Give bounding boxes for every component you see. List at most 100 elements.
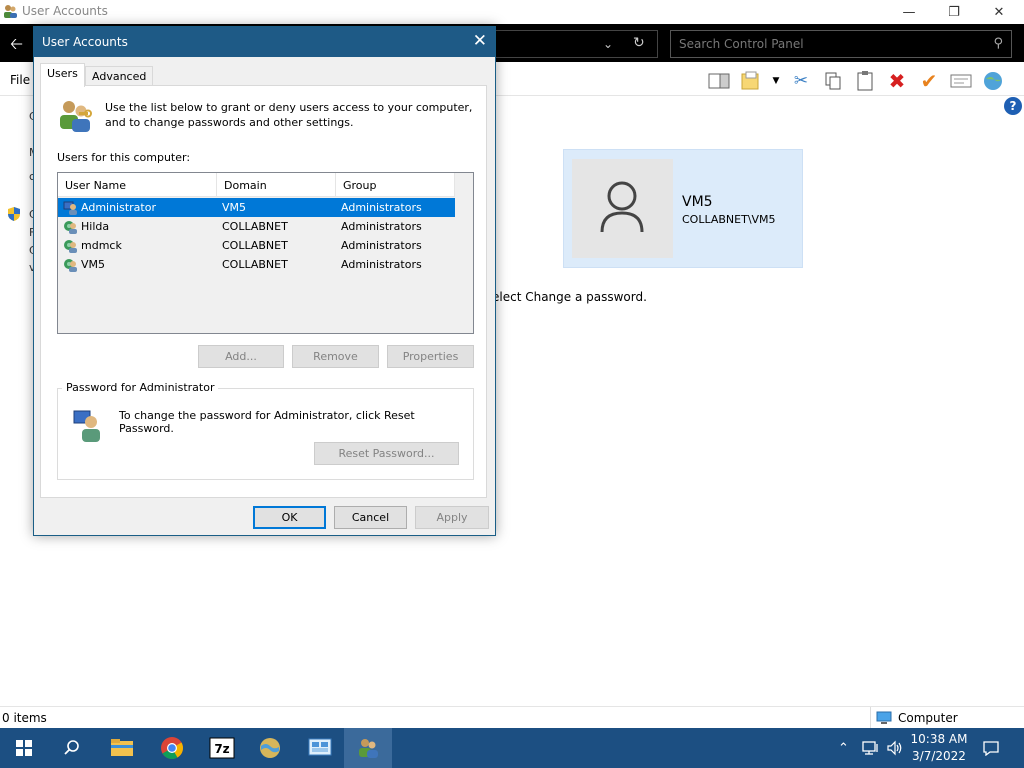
status-location: Computer	[876, 711, 958, 725]
user-accounts-icon	[359, 739, 378, 758]
column-header-group[interactable]: Group	[336, 173, 455, 197]
refresh-icon[interactable]: ↻	[633, 35, 645, 51]
users-list[interactable]: User Name Domain Group Administrator VM5…	[57, 172, 474, 334]
delete-icon[interactable]: ✖	[884, 68, 910, 94]
paste-icon[interactable]	[852, 68, 878, 94]
user-accounts-dialog: User Accounts ✕ Users Advanced Use the l…	[33, 26, 496, 536]
properties-icon[interactable]	[948, 68, 974, 94]
chrome-button[interactable]	[148, 728, 196, 768]
remove-user-button[interactable]: Remove	[292, 345, 379, 368]
user-name-cell: Hilda	[58, 217, 217, 236]
checkmark-icon[interactable]: ✔	[916, 68, 942, 94]
globe-icon[interactable]	[980, 68, 1006, 94]
search-input[interactable]: Search Control Panel ⚲	[670, 30, 1012, 58]
close-window-button[interactable]: ✕	[976, 0, 1022, 24]
minimize-button[interactable]: —	[886, 0, 932, 24]
network-icon[interactable]	[862, 728, 880, 768]
file-explorer-button[interactable]	[98, 728, 146, 768]
ok-button[interactable]: OK	[253, 506, 326, 529]
current-user-card: VM5 COLLABNET\VM5	[563, 149, 803, 268]
user-name: Hilda	[81, 220, 110, 233]
background-title-bar: User Accounts — ❐ ✕	[0, 0, 1024, 24]
user-password-icon	[73, 410, 100, 442]
reset-password-button[interactable]: Reset Password...	[314, 442, 459, 465]
dialog-title: User Accounts	[42, 35, 128, 49]
user-name: Administrator	[81, 201, 156, 214]
table-row[interactable]: Administrator VM5 Administrators	[58, 198, 455, 217]
new-folder-icon[interactable]	[738, 68, 764, 94]
remote-desktop-button[interactable]	[296, 728, 344, 768]
user-name-cell: Administrator	[58, 198, 217, 217]
user-accounts-icon	[4, 5, 17, 18]
user-group: Administrators	[341, 201, 422, 214]
control-panel-button[interactable]	[246, 728, 294, 768]
cancel-button[interactable]: Cancel	[334, 506, 407, 529]
folder-icon	[111, 739, 133, 756]
dialog-close-icon[interactable]: ✕	[473, 31, 487, 51]
cut-icon[interactable]: ✂	[788, 68, 814, 94]
table-row[interactable]: VM5 COLLABNET Administrators	[58, 255, 455, 274]
instruction-text: elect Change a password.	[492, 290, 647, 304]
user-group: Administrators	[341, 258, 422, 271]
user-domain: COLLABNET	[222, 239, 288, 252]
user-group: Administrators	[341, 239, 422, 252]
password-instructions: To change the password for Administrator…	[119, 409, 415, 435]
chevron-down-icon[interactable]: ⌄	[603, 37, 613, 51]
search-icon[interactable]: ⚲	[993, 36, 1003, 51]
help-icon[interactable]: ?	[1004, 97, 1022, 115]
background-window-title: User Accounts	[22, 4, 108, 18]
user-accounts-taskbar-button[interactable]	[344, 728, 392, 768]
remote-desktop-icon	[308, 738, 332, 756]
preview-pane-icon[interactable]	[706, 68, 732, 94]
password-groupbox: Password for Administrator To change the…	[57, 381, 474, 480]
maximize-button[interactable]: ❐	[931, 0, 977, 24]
table-row[interactable]: mdmck COLLABNET Administrators	[58, 236, 455, 255]
intro-text: Use the list below to grant or deny user…	[105, 101, 473, 129]
globe-icon	[260, 738, 280, 758]
add-user-button[interactable]: Add...	[198, 345, 284, 368]
start-button[interactable]	[0, 728, 48, 768]
action-center-icon[interactable]	[982, 728, 1000, 768]
user-silhouette-icon	[600, 181, 644, 233]
table-row[interactable]: Hilda COLLABNET Administrators	[58, 217, 455, 236]
search-placeholder: Search Control Panel	[679, 37, 804, 51]
7zip-button[interactable]: 7z	[198, 728, 246, 768]
back-arrow-icon[interactable]: 🡠	[10, 33, 23, 60]
dropdown-chevron-icon[interactable]: ▼	[770, 68, 782, 94]
show-hidden-icons[interactable]: ⌃	[838, 728, 849, 768]
tab-users[interactable]: Users	[40, 63, 85, 87]
search-taskbar-button[interactable]	[48, 728, 96, 768]
user-domain: VM5	[222, 201, 247, 214]
apply-button[interactable]: Apply	[415, 506, 489, 529]
user-avatar	[572, 159, 673, 258]
user-domain: COLLABNET	[222, 220, 288, 233]
copy-icon[interactable]	[820, 68, 846, 94]
status-bar: 0 items Computer	[0, 706, 1024, 729]
user-name-cell: VM5	[58, 255, 217, 274]
user-name-cell: mdmck	[58, 236, 217, 255]
domain-user-icon	[64, 221, 77, 234]
user-group: Administrators	[341, 220, 422, 233]
menu-file[interactable]: File	[10, 73, 30, 87]
column-header-user-name[interactable]: User Name	[58, 173, 217, 197]
dialog-title-bar[interactable]: User Accounts ✕	[34, 27, 495, 57]
volume-icon[interactable]	[886, 728, 904, 768]
column-header-domain[interactable]: Domain	[217, 173, 336, 197]
status-separator	[870, 707, 871, 729]
system-clock[interactable]: 10:38 AM 3/7/2022	[908, 731, 970, 765]
domain-user-icon	[64, 240, 77, 253]
status-location-label: Computer	[898, 711, 958, 725]
password-group-title: Password for Administrator	[62, 381, 219, 394]
domain-user-icon	[64, 259, 77, 272]
properties-button[interactable]: Properties	[387, 345, 474, 368]
taskbar: 7z ⌃ 10:38 AM 3/7/2022	[0, 728, 1024, 768]
users-group-icon	[60, 101, 92, 132]
uac-shield-icon	[8, 207, 20, 221]
chevron-up-icon: ⌃	[838, 740, 849, 756]
user-name: mdmck	[81, 239, 122, 252]
search-icon	[64, 740, 79, 755]
toolbar: ▼ ✂ ✖ ✔	[706, 68, 1006, 94]
clock-time: 10:38 AM	[910, 732, 968, 746]
address-bar[interactable]: ⌄ ↻	[490, 30, 658, 58]
user-domain: COLLABNET	[222, 258, 288, 271]
